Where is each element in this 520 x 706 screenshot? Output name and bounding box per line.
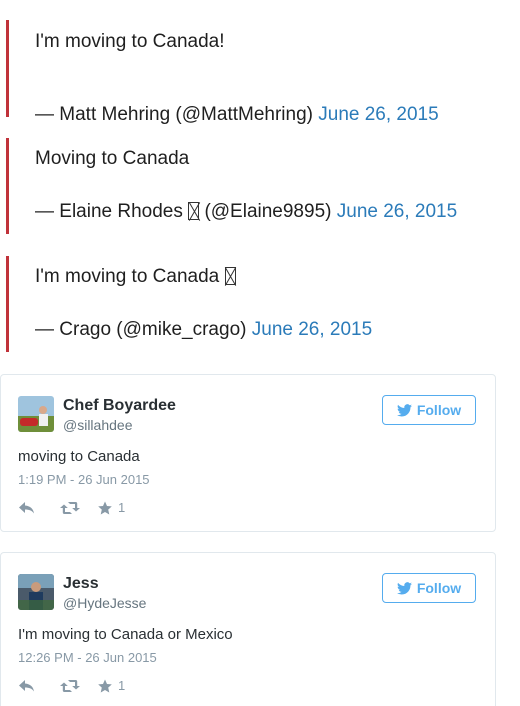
embedded-quote: Moving to Canada — Elaine Rhodes (@Elain… <box>6 138 516 234</box>
reply-button[interactable] <box>18 679 36 693</box>
follow-button[interactable]: Follow <box>382 573 476 603</box>
quote-date-link[interactable]: June 26, 2015 <box>252 319 372 340</box>
quote-attribution: — Matt Mehring (@MattMehring) June 26, 2… <box>35 103 439 127</box>
avatar[interactable] <box>18 574 54 610</box>
quote-date-link[interactable]: June 26, 2015 <box>318 104 438 125</box>
quote-text: Moving to Canada <box>35 148 190 169</box>
avatar[interactable] <box>18 396 54 432</box>
quote-text-wrapper: I'm moving to Canada <box>35 265 236 289</box>
missing-glyph-icon <box>188 202 200 220</box>
tweet-card: Chef Boyardee @sillahdee Follow moving t… <box>0 374 496 532</box>
quote-author: — Crago (@mike_crago) <box>35 319 247 340</box>
quote-text: I'm moving to Canada <box>35 266 220 287</box>
embedded-quote: I'm moving to Canada — Crago (@mike_crag… <box>6 256 516 352</box>
display-name[interactable]: Jess <box>63 575 99 593</box>
follow-label: Follow <box>416 580 462 596</box>
retweet-icon <box>60 501 80 514</box>
tweet-actions: 1 <box>18 500 125 515</box>
retweet-button[interactable] <box>36 679 80 693</box>
quote-attribution: — Crago (@mike_crago) June 26, 2015 <box>35 318 372 342</box>
retweet-button[interactable] <box>36 501 80 515</box>
favorite-count: 1 <box>118 678 126 693</box>
quote-author: — Matt Mehring (@MattMehring) <box>35 104 313 125</box>
favorite-count: 1 <box>118 500 126 515</box>
twitter-bird-icon <box>396 403 412 416</box>
tweet-timestamp[interactable]: 1:19 PM - 26 Jun 2015 <box>18 472 150 487</box>
tweet-text: moving to Canada <box>18 448 140 465</box>
twitter-bird-icon <box>396 581 412 594</box>
embedded-quote: I'm moving to Canada! — Matt Mehring (@M… <box>6 20 516 125</box>
favorite-button[interactable]: 1 <box>98 500 125 515</box>
tweet-card: Jess @HydeJesse Follow I'm moving to Can… <box>0 552 496 706</box>
quote-handle: (@Elaine9895) <box>204 201 332 222</box>
tweet-text: I'm moving to Canada or Mexico <box>18 626 233 643</box>
quote-date-link[interactable]: June 26, 2015 <box>337 201 457 222</box>
display-name[interactable]: Chef Boyardee <box>63 397 176 415</box>
favorite-star-icon <box>98 501 112 514</box>
quote-author: — Elaine Rhodes <box>35 201 183 222</box>
user-handle[interactable]: @sillahdee <box>63 417 132 433</box>
favorite-star-icon <box>98 679 112 692</box>
missing-glyph-icon <box>224 267 236 285</box>
reply-button[interactable] <box>18 501 36 515</box>
quote-text: I'm moving to Canada! <box>35 31 225 52</box>
favorite-button[interactable]: 1 <box>98 678 125 693</box>
tweet-timestamp[interactable]: 12:26 PM - 26 Jun 2015 <box>18 650 157 665</box>
user-handle[interactable]: @HydeJesse <box>63 595 146 611</box>
reply-icon <box>19 679 34 691</box>
quote-attribution: — Elaine Rhodes (@Elaine9895) June 26, 2… <box>35 200 457 224</box>
follow-button[interactable]: Follow <box>382 395 476 425</box>
retweet-icon <box>60 679 80 692</box>
reply-icon <box>19 501 34 513</box>
tweet-actions: 1 <box>18 678 125 693</box>
follow-label: Follow <box>416 402 462 418</box>
